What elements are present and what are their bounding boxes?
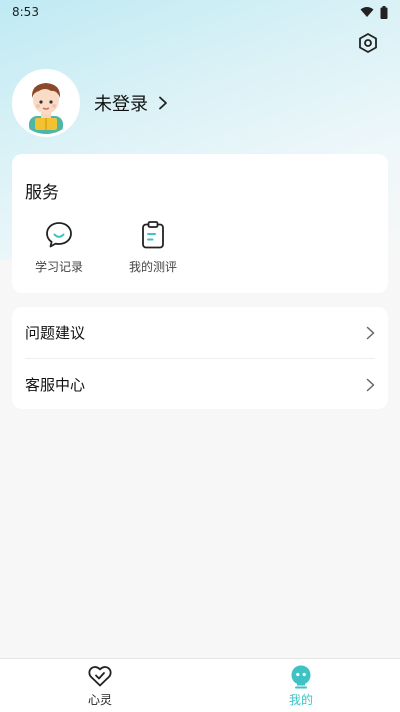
status-time: 8:53 (12, 5, 39, 19)
wifi-icon (360, 7, 374, 17)
menu-item-label: 问题建议 (25, 324, 86, 342)
login-status-label: 未登录 (94, 94, 148, 115)
tab-label: 我的 (288, 693, 313, 707)
settings-hexagon-icon (359, 33, 377, 53)
menu-card: 问题建议 客服中心 (12, 307, 388, 409)
avatar[interactable] (12, 69, 80, 137)
service-label: 学习记录 (34, 260, 83, 274)
menu-item-customer-service[interactable]: 客服中心 (25, 359, 375, 410)
service-my-assessment[interactable]: 我的测评 (118, 220, 188, 275)
tab-label: 心灵 (87, 693, 112, 707)
chat-bubble-icon (46, 222, 72, 248)
chevron-right-icon (159, 96, 167, 110)
login-link[interactable]: 未登录 (94, 90, 168, 116)
status-bar: 8:53 (0, 0, 400, 24)
menu-item-label: 客服中心 (25, 376, 86, 394)
service-label: 我的测评 (128, 260, 177, 274)
menu-item-feedback[interactable]: 问题建议 (25, 307, 375, 358)
profile-section: 未登录 (12, 69, 168, 137)
tab-wode[interactable]: 我的 (261, 663, 341, 708)
avatar-illustration (15, 72, 77, 134)
chevron-right-icon (366, 326, 375, 339)
bottom-tab-bar: 心灵 我的 (0, 658, 400, 712)
services-title: 服务 (25, 183, 59, 203)
smile-face-icon (291, 665, 311, 689)
service-study-record[interactable]: 学习记录 (24, 220, 94, 275)
chevron-right-icon (366, 378, 375, 391)
battery-icon (380, 5, 388, 19)
services-card: 服务 学习记录 我的测评 (12, 154, 388, 293)
clipboard-icon (142, 221, 164, 249)
settings-button[interactable] (355, 30, 381, 56)
heart-check-icon (88, 666, 112, 687)
tab-xinling[interactable]: 心灵 (60, 663, 140, 708)
